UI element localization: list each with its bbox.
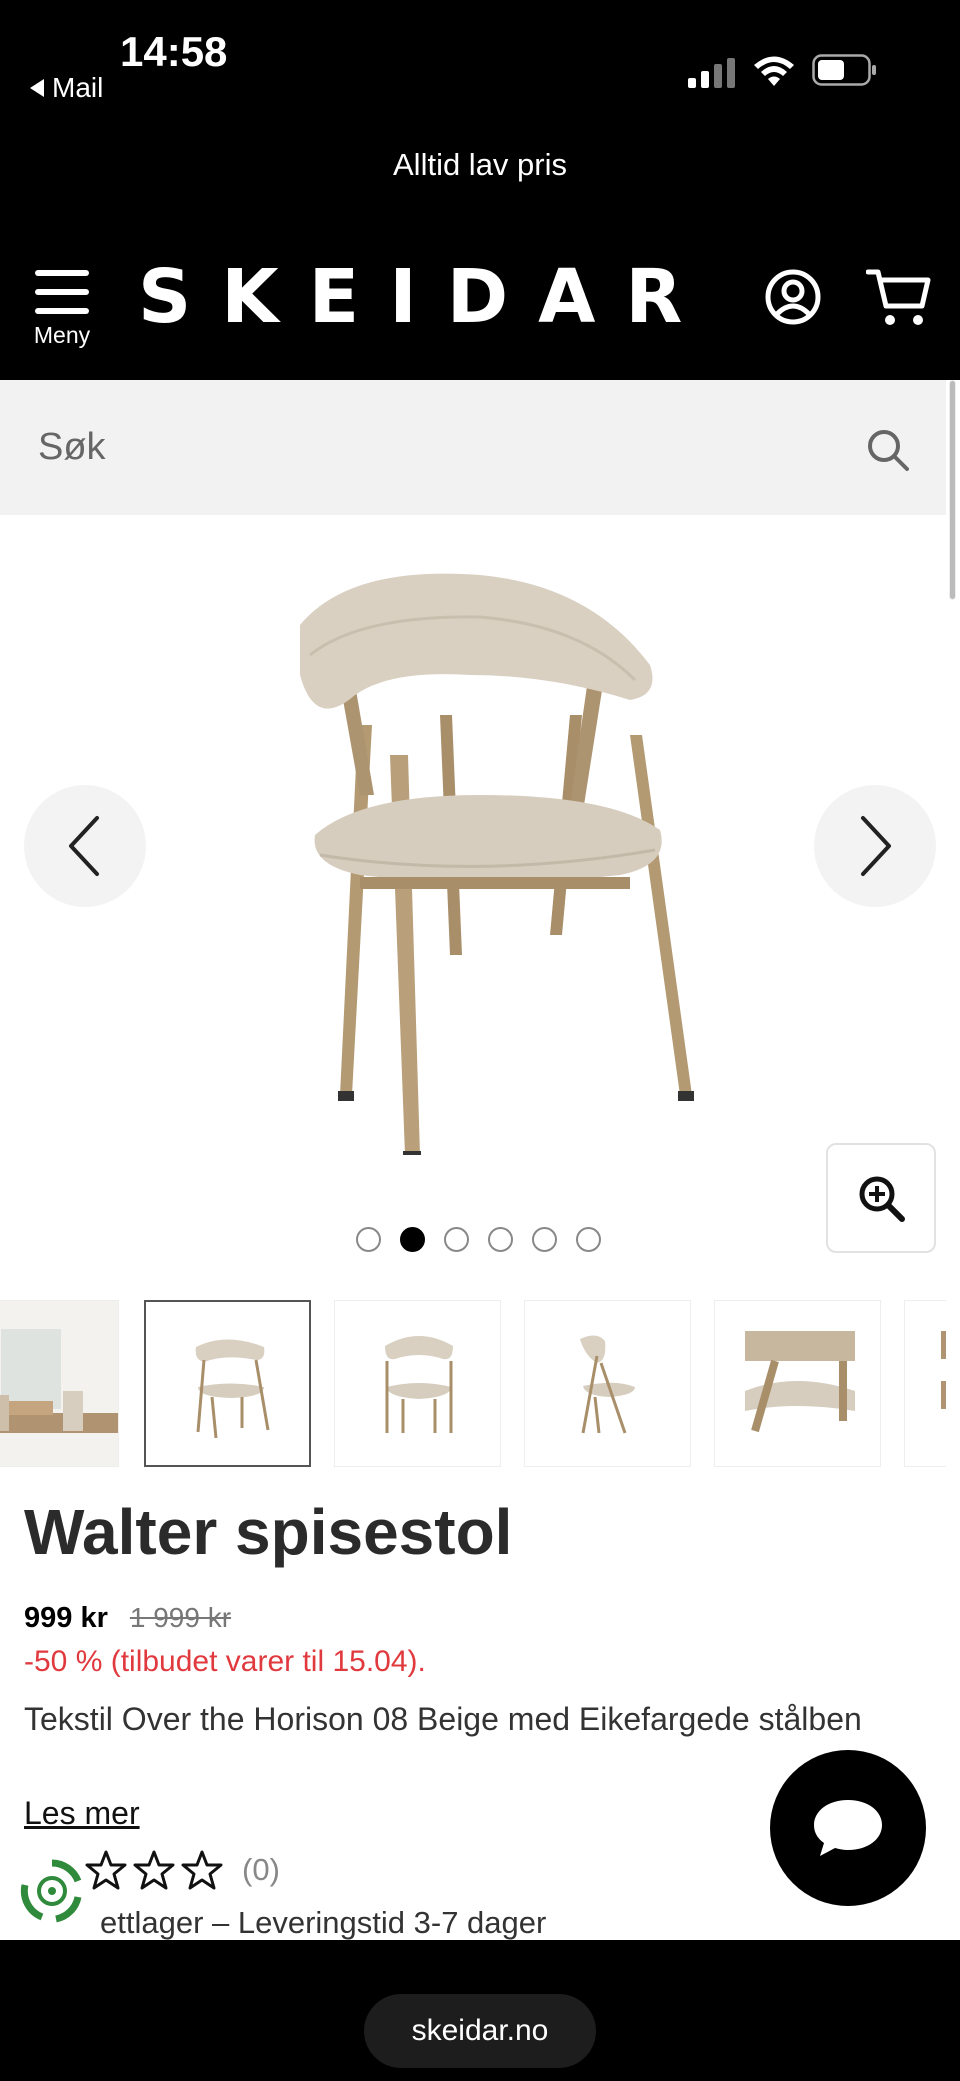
product-image-carousel	[0, 515, 946, 1255]
read-more-link[interactable]: Les mer	[24, 1795, 140, 1832]
cart-icon[interactable]	[866, 266, 932, 328]
account-icon[interactable]	[764, 268, 822, 326]
star-empty-icon	[181, 1850, 223, 1890]
next-image-button[interactable]	[814, 785, 936, 907]
page-scrollbar[interactable]	[946, 380, 960, 1940]
star-empty-icon	[133, 1850, 175, 1890]
search-bar	[0, 380, 946, 515]
zoom-button[interactable]	[826, 1143, 936, 1253]
price-row: 999 kr 1 999 kr	[24, 1602, 231, 1635]
thumbnail-chair-closeup[interactable]	[904, 1300, 946, 1467]
product-page: Walter spisestol 999 kr 1 999 kr -50 % (…	[0, 515, 946, 1940]
site-logo[interactable]: SKEIDAR	[138, 254, 712, 340]
browser-url-field[interactable]: skeidar.no	[364, 1994, 596, 2068]
zoom-in-icon	[859, 1176, 905, 1222]
carousel-dot[interactable]	[532, 1227, 557, 1252]
thumbnail-chair-front[interactable]	[334, 1300, 501, 1467]
wifi-icon	[754, 56, 794, 86]
clock: 14:58	[120, 28, 228, 75]
carousel-dots	[356, 1227, 601, 1252]
status-bar: 14:58 Mail	[0, 0, 960, 120]
product-title: Walter spisestol	[24, 1496, 513, 1568]
product-description: Tekstil Over the Horison 08 Beige med Ei…	[24, 1701, 862, 1737]
battery-icon	[812, 54, 876, 86]
carousel-dot-active[interactable]	[400, 1227, 425, 1252]
thumbnail-chair-detail[interactable]	[714, 1300, 881, 1467]
thumbnail-strip	[0, 1300, 946, 1470]
star-empty-icon	[85, 1850, 127, 1890]
promo-banner: Alltid lav pris	[0, 120, 960, 210]
carousel-dot[interactable]	[488, 1227, 513, 1252]
recycle-badge-icon[interactable]	[16, 1855, 88, 1927]
chevron-right-icon	[861, 816, 891, 876]
original-price: 1 999 kr	[129, 1602, 232, 1633]
thumbnail-room-scene[interactable]	[0, 1300, 119, 1467]
thumbnail-chair-side[interactable]	[524, 1300, 691, 1467]
discount-label: -50 % (tilbudet varer til 15.04).	[24, 1645, 426, 1678]
back-to-mail-link[interactable]: Mail	[30, 72, 103, 104]
search-input[interactable]	[38, 410, 838, 485]
cellular-signal-icon	[688, 58, 735, 88]
back-label: Mail	[52, 72, 104, 103]
rating-stars[interactable]: (0)	[84, 1849, 280, 1891]
product-image[interactable]	[240, 555, 700, 1155]
carousel-dot[interactable]	[444, 1227, 469, 1252]
search-icon[interactable]	[866, 428, 910, 472]
carousel-dot[interactable]	[576, 1227, 601, 1252]
review-count: (0)	[242, 1852, 280, 1887]
carousel-dot[interactable]	[356, 1227, 381, 1252]
current-price: 999 kr	[24, 1602, 108, 1634]
chevron-left-icon	[69, 816, 99, 876]
thumbnail-chair-front-angle[interactable]	[144, 1300, 311, 1467]
chat-button[interactable]	[770, 1750, 926, 1906]
site-header: Meny SKEIDAR	[0, 210, 960, 380]
hamburger-icon	[35, 270, 89, 314]
stock-status: ettlager – Leveringstid 3-7 dager	[100, 1905, 547, 1940]
back-triangle-icon	[30, 79, 44, 97]
previous-image-button[interactable]	[24, 785, 146, 907]
menu-button[interactable]: Meny	[28, 270, 96, 349]
menu-label: Meny	[33, 322, 91, 348]
chat-bubble-icon	[814, 1800, 882, 1856]
